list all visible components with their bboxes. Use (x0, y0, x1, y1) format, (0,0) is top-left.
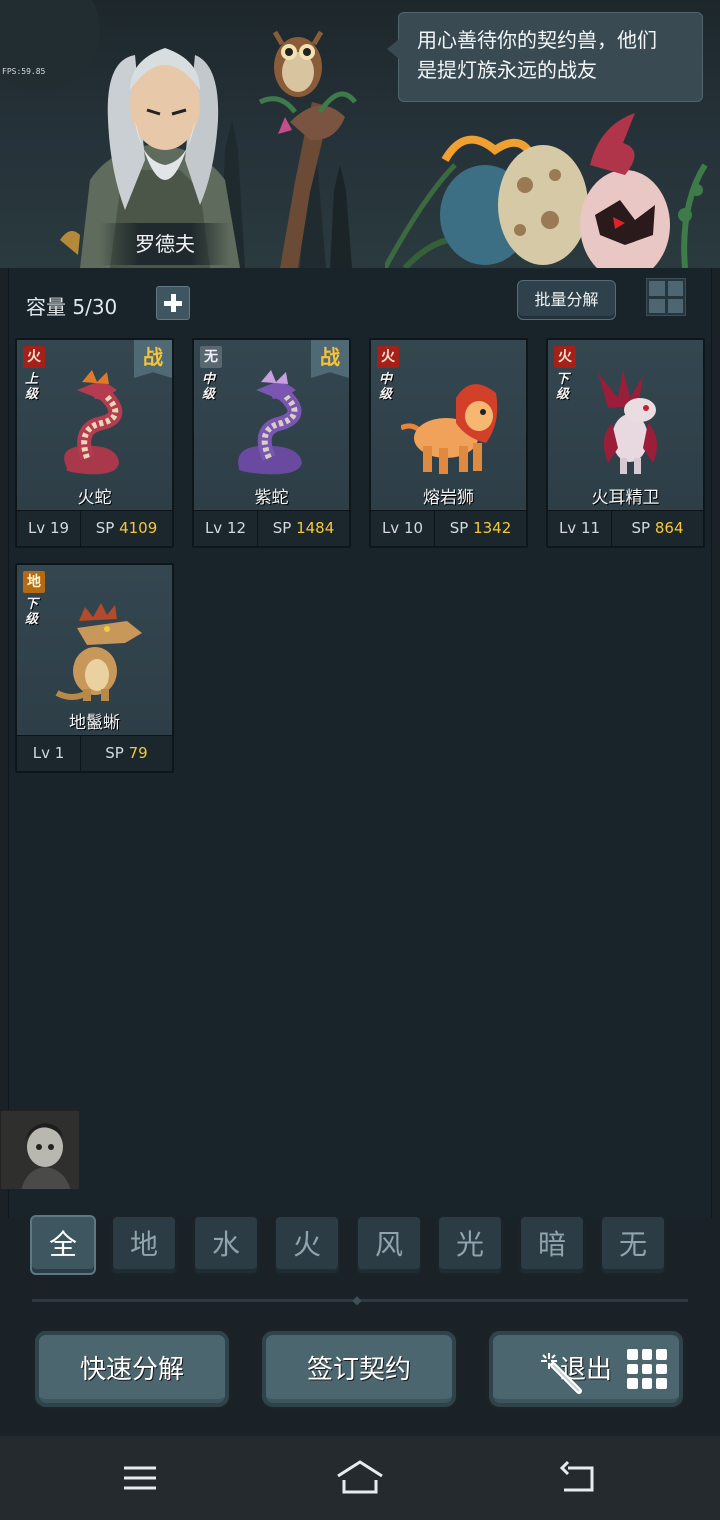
owl-staff (258, 30, 357, 268)
sp: SP 864 (631, 519, 684, 537)
filter-dark[interactable]: 暗 (519, 1215, 585, 1275)
filter-earth[interactable]: 地 (111, 1215, 177, 1275)
sp: SP 1342 (449, 519, 512, 537)
divider-ornament: ◆ (352, 1293, 362, 1307)
system-navigation-bar (0, 1436, 720, 1520)
capacity-value: 5/30 (72, 295, 118, 319)
player-avatar[interactable] (0, 1110, 80, 1190)
app-grid-icon[interactable] (627, 1349, 667, 1389)
element-badge: 地 (23, 571, 45, 593)
monster-card[interactable]: 火 上级 战 火蛇 Lv 19 SP 4109 (15, 338, 174, 548)
filter-all[interactable]: 全 (30, 1215, 96, 1275)
bubble-tail (387, 39, 399, 59)
monster-name: 火耳精卫 (591, 488, 660, 508)
fire-ear-guardian-sprite (598, 370, 657, 474)
grid-view-icon[interactable] (646, 278, 686, 316)
back-icon[interactable] (558, 1458, 598, 1498)
npc-dialogue-bubble: 用心善待你的契约兽，他们 是提灯族永远的战友 (387, 12, 703, 102)
capacity-display: 容量 5/30 (26, 291, 117, 320)
monster-stats: Lv 10 SP 1342 (371, 510, 526, 546)
npc-scene: FPS:59.85 用心善待你的契约兽，他们 是提灯族永远的战友 罗德夫 (0, 0, 720, 268)
exit-button[interactable]: 退出 (486, 1328, 686, 1410)
monster-card[interactable]: 无 中级 战 紫蛇 Lv 12 SP 1484 (192, 338, 351, 548)
sp: SP 4109 (95, 519, 158, 537)
grade-label: 中级 (202, 372, 216, 402)
monster-stats: Lv 19 SP 4109 (17, 510, 172, 546)
monster-name: 火蛇 (77, 488, 112, 508)
sign-contract-button[interactable]: 签订契约 (259, 1328, 459, 1410)
earth-iguana-sprite (55, 603, 142, 701)
battle-badge: 战 (134, 340, 172, 378)
plus-icon[interactable] (156, 286, 190, 320)
lava-lion-sprite (401, 384, 498, 474)
level: Lv 10 (371, 511, 435, 546)
element-badge: 火 (554, 346, 576, 368)
sign-contract-label: 签订契约 (306, 1355, 411, 1385)
level: Lv 19 (17, 511, 81, 546)
sp: SP 1484 (272, 519, 335, 537)
avatar-portrait (1, 1111, 79, 1189)
quick-decompose-label: 快速分解 (79, 1355, 184, 1385)
fps-counter: FPS:59.85 (2, 67, 46, 76)
purple-snake-sprite (238, 370, 302, 475)
element-badge: 火 (377, 346, 399, 368)
monster-name: 熔岩狮 (423, 488, 474, 508)
filter-none[interactable]: 无 (600, 1215, 666, 1275)
grade-label: 中级 (379, 372, 393, 402)
filter-fire[interactable]: 火 (274, 1215, 340, 1275)
dialogue-line-2: 是提灯族永远的战友 (417, 58, 597, 82)
monster-stats: Lv 11 SP 864 (548, 510, 703, 546)
dialogue-line-1: 用心善待你的契约兽，他们 (417, 28, 657, 52)
grade-label: 下级 (556, 372, 570, 402)
monster-card[interactable]: 地 下级 地鬣蜥 Lv 1 SP 79 (15, 563, 174, 773)
fire-snake-sprite (64, 370, 123, 475)
level: Lv 12 (194, 511, 258, 546)
sp: SP 79 (105, 744, 148, 762)
magic-wand-icon[interactable] (539, 1351, 583, 1395)
level: Lv 1 (17, 736, 81, 771)
grade-label: 下级 (25, 597, 39, 627)
capacity-label: 容量 (26, 295, 66, 319)
batch-decompose-button[interactable]: 批量分解 (517, 280, 616, 320)
monster-name: 地鬣蜥 (69, 713, 120, 733)
battle-badge: 战 (311, 340, 349, 378)
element-badge: 无 (200, 346, 222, 368)
monster-card[interactable]: 火 下级 火耳精卫 Lv 11 SP 864 (546, 338, 705, 548)
home-icon[interactable] (336, 1458, 384, 1498)
element-badge: 火 (23, 346, 45, 368)
npc-name: 罗德夫 (100, 223, 230, 265)
filter-water[interactable]: 水 (193, 1215, 259, 1275)
monster-eggs (385, 113, 708, 268)
level: Lv 11 (548, 511, 612, 546)
quick-decompose-button[interactable]: 快速分解 (32, 1328, 232, 1410)
filter-wind[interactable]: 风 (356, 1215, 422, 1275)
element-filter-bar: 全 地 水 火 风 光 暗 无 (30, 1215, 670, 1277)
grade-label: 上级 (25, 372, 39, 402)
monster-stats: Lv 1 SP 79 (17, 735, 172, 771)
monster-card[interactable]: 火 中级 熔岩狮 Lv 10 SP 1342 (369, 338, 528, 548)
menu-icon[interactable] (120, 1458, 160, 1498)
monster-name: 紫蛇 (254, 488, 289, 508)
filter-light[interactable]: 光 (437, 1215, 503, 1275)
monster-stats: Lv 12 SP 1484 (194, 510, 349, 546)
